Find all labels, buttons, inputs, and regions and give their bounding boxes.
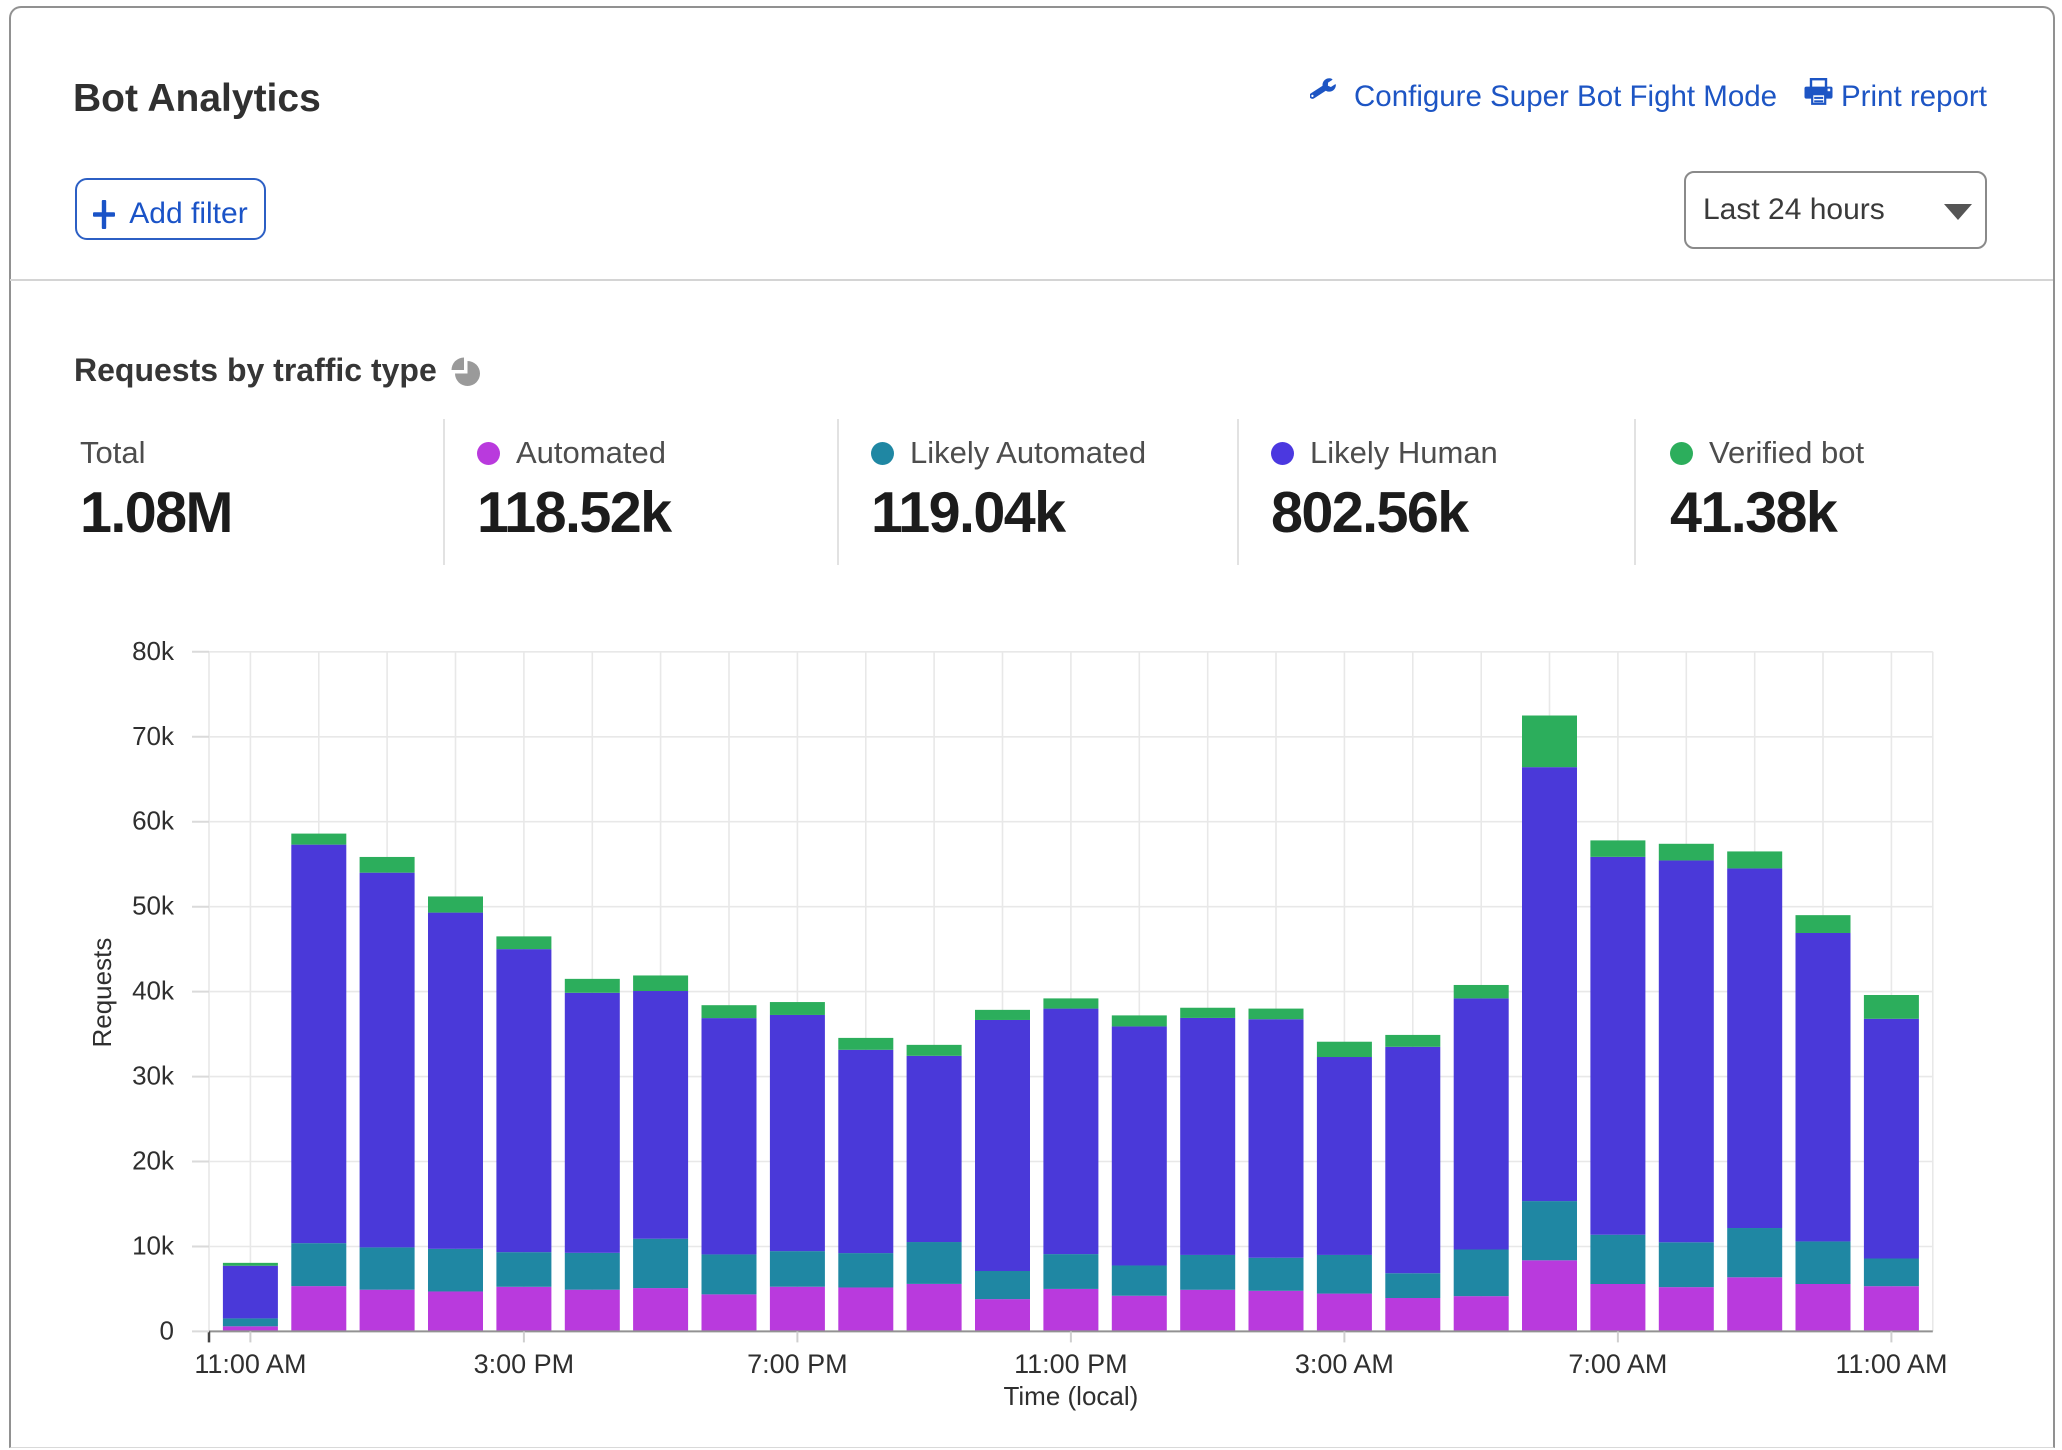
svg-text:7:00 AM: 7:00 AM: [1568, 1349, 1667, 1379]
svg-text:60k: 60k: [132, 806, 175, 836]
svg-text:50k: 50k: [132, 891, 175, 921]
svg-text:3:00 PM: 3:00 PM: [474, 1349, 575, 1379]
svg-text:11:00 PM: 11:00 PM: [1014, 1349, 1128, 1379]
svg-text:11:00 AM: 11:00 AM: [194, 1349, 306, 1379]
svg-text:11:00 AM: 11:00 AM: [1835, 1349, 1947, 1379]
svg-text:10k: 10k: [132, 1231, 175, 1261]
svg-text:20k: 20k: [132, 1146, 175, 1176]
svg-text:40k: 40k: [132, 976, 175, 1006]
svg-text:Requests: Requests: [87, 938, 117, 1048]
svg-text:0: 0: [160, 1315, 174, 1345]
svg-text:Time (local): Time (local): [1003, 1381, 1138, 1411]
svg-text:80k: 80k: [132, 636, 175, 666]
svg-text:70k: 70k: [132, 721, 175, 751]
svg-text:7:00 PM: 7:00 PM: [747, 1349, 848, 1379]
svg-text:30k: 30k: [132, 1061, 175, 1091]
svg-text:3:00 AM: 3:00 AM: [1295, 1349, 1394, 1379]
